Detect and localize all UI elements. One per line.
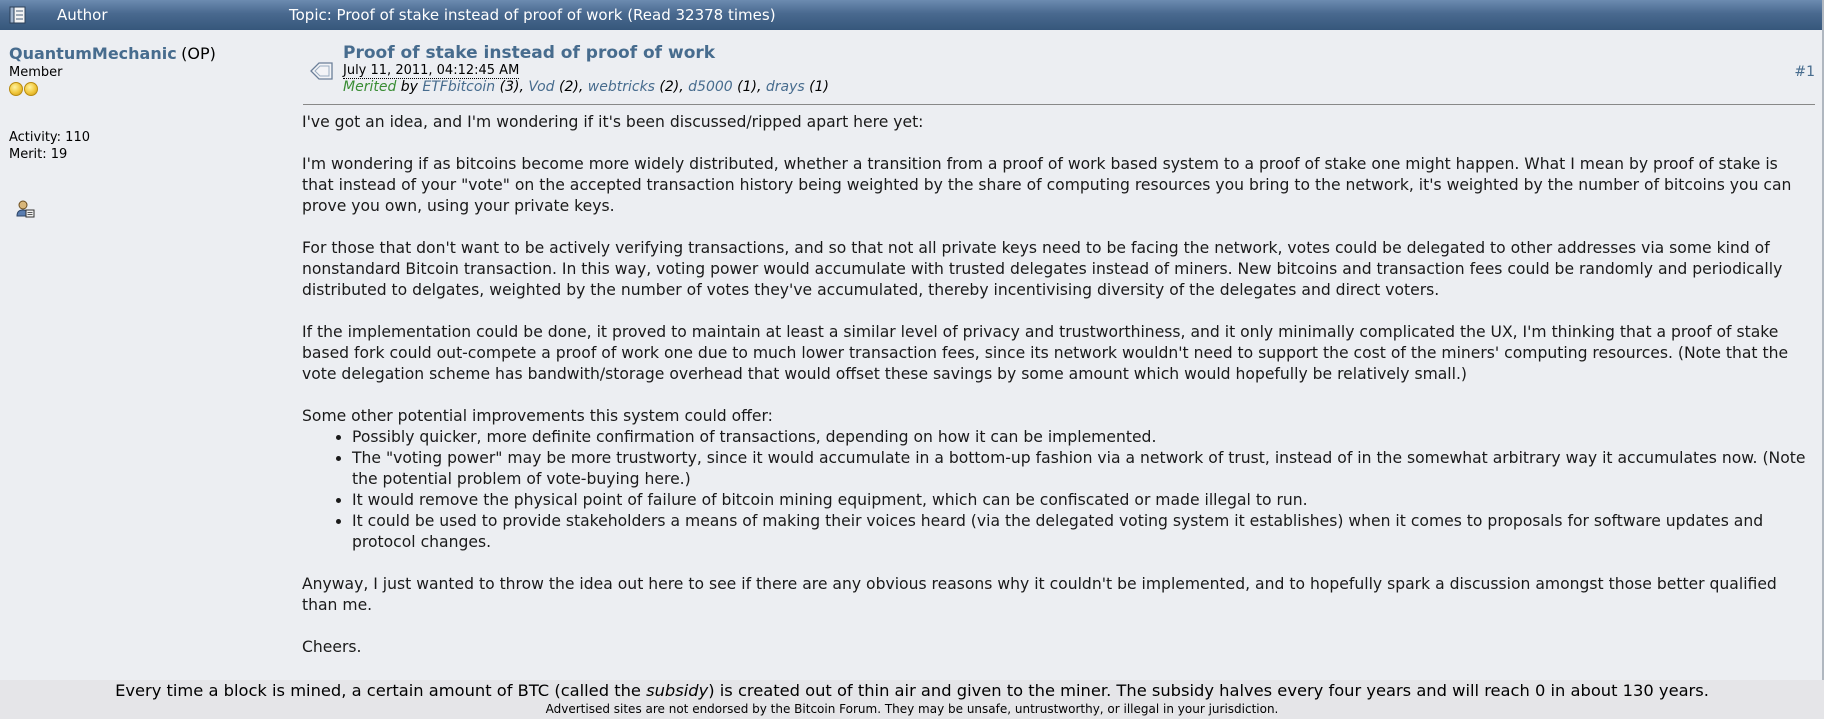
list-item: Possibly quicker, more definite confirma…: [352, 427, 1814, 448]
merit-user-link[interactable]: ETFbitcoin: [422, 79, 495, 95]
merited-label: Merited: [343, 79, 397, 95]
post-paragraph: Cheers.: [302, 638, 362, 656]
list-item: It would remove the physical point of fa…: [352, 490, 1814, 511]
post-paragraph: Some other potential improvements this s…: [302, 407, 773, 425]
post-icon: [309, 58, 335, 84]
post-body: I've got an idea, and I'm wondering if i…: [302, 112, 1814, 679]
merited-by-line: Merited by ETFbitcoin (3), Vod (2), webt…: [343, 79, 829, 95]
merit-user-link[interactable]: Vod: [528, 79, 554, 95]
topic-title: Topic: Proof of stake instead of proof o…: [289, 6, 776, 24]
post-paragraph: If the implementation could be done, it …: [302, 323, 1789, 383]
poster-rank: Member: [9, 65, 63, 80]
poster-activity: Activity: 110: [9, 130, 90, 145]
rank-coins: [9, 81, 289, 96]
poster-name-link[interactable]: QuantumMechanic: [9, 44, 177, 63]
post-paragraph: I've got an idea, and I'm wondering if i…: [302, 113, 924, 131]
op-tag: (OP): [181, 44, 216, 63]
fact-text-before: Every time a block is mined, a certain a…: [115, 681, 647, 700]
post-title-link[interactable]: Proof of stake instead of proof of work: [343, 43, 715, 63]
ad-disclaimer: Advertised sites are not endorsed by the…: [545, 702, 1279, 716]
merit-user-link[interactable]: d5000: [688, 79, 733, 95]
post-paragraph: I'm wondering if as bitcoins become more…: [302, 155, 1792, 215]
fact-emphasis: subsidy: [646, 681, 709, 700]
list-item: It could be used to provide stakeholders…: [352, 511, 1814, 553]
bitcoin-fact: Every time a block is mined, a certain a…: [0, 681, 1824, 700]
profile-icon[interactable]: [15, 199, 35, 219]
merit-count: (1): [737, 79, 757, 95]
merit-user-link[interactable]: drays: [766, 79, 805, 95]
merited-by-label: by: [400, 79, 418, 95]
merit-count: (3): [499, 79, 520, 95]
merit-count: (2): [659, 79, 680, 95]
list-item: The "voting power" may be more trustwort…: [352, 448, 1814, 490]
poster-merit: Merit: 19: [9, 147, 68, 162]
merit-count: (2): [559, 79, 579, 95]
post-date: July 11, 2011, 04:12:45 AM: [343, 63, 520, 79]
post-number-link[interactable]: #1: [1794, 64, 1815, 80]
topic-icon: [8, 6, 28, 24]
post-paragraph: Anyway, I just wanted to throw the idea …: [302, 575, 1777, 614]
topic-frame: Author Topic: Proof of stake instead of …: [0, 0, 1824, 680]
merit-user-link[interactable]: webtricks: [588, 79, 655, 95]
improvements-list: Possibly quicker, more definite confirma…: [302, 427, 1814, 553]
post-paragraph: For those that don't want to be actively…: [302, 239, 1783, 299]
topic-header-bar: Author Topic: Proof of stake instead of …: [0, 0, 1822, 30]
merit-count: (1): [809, 79, 829, 95]
post-header: Proof of stake instead of proof of work …: [303, 42, 1815, 105]
poster-info: QuantumMechanic (OP) Member Activity: 11…: [9, 44, 289, 218]
coin-icon: [9, 82, 23, 96]
author-column-label: Author: [57, 6, 108, 24]
coin-icon: [24, 82, 38, 96]
fact-text-after: ) is created out of thin air and given t…: [708, 681, 1709, 700]
